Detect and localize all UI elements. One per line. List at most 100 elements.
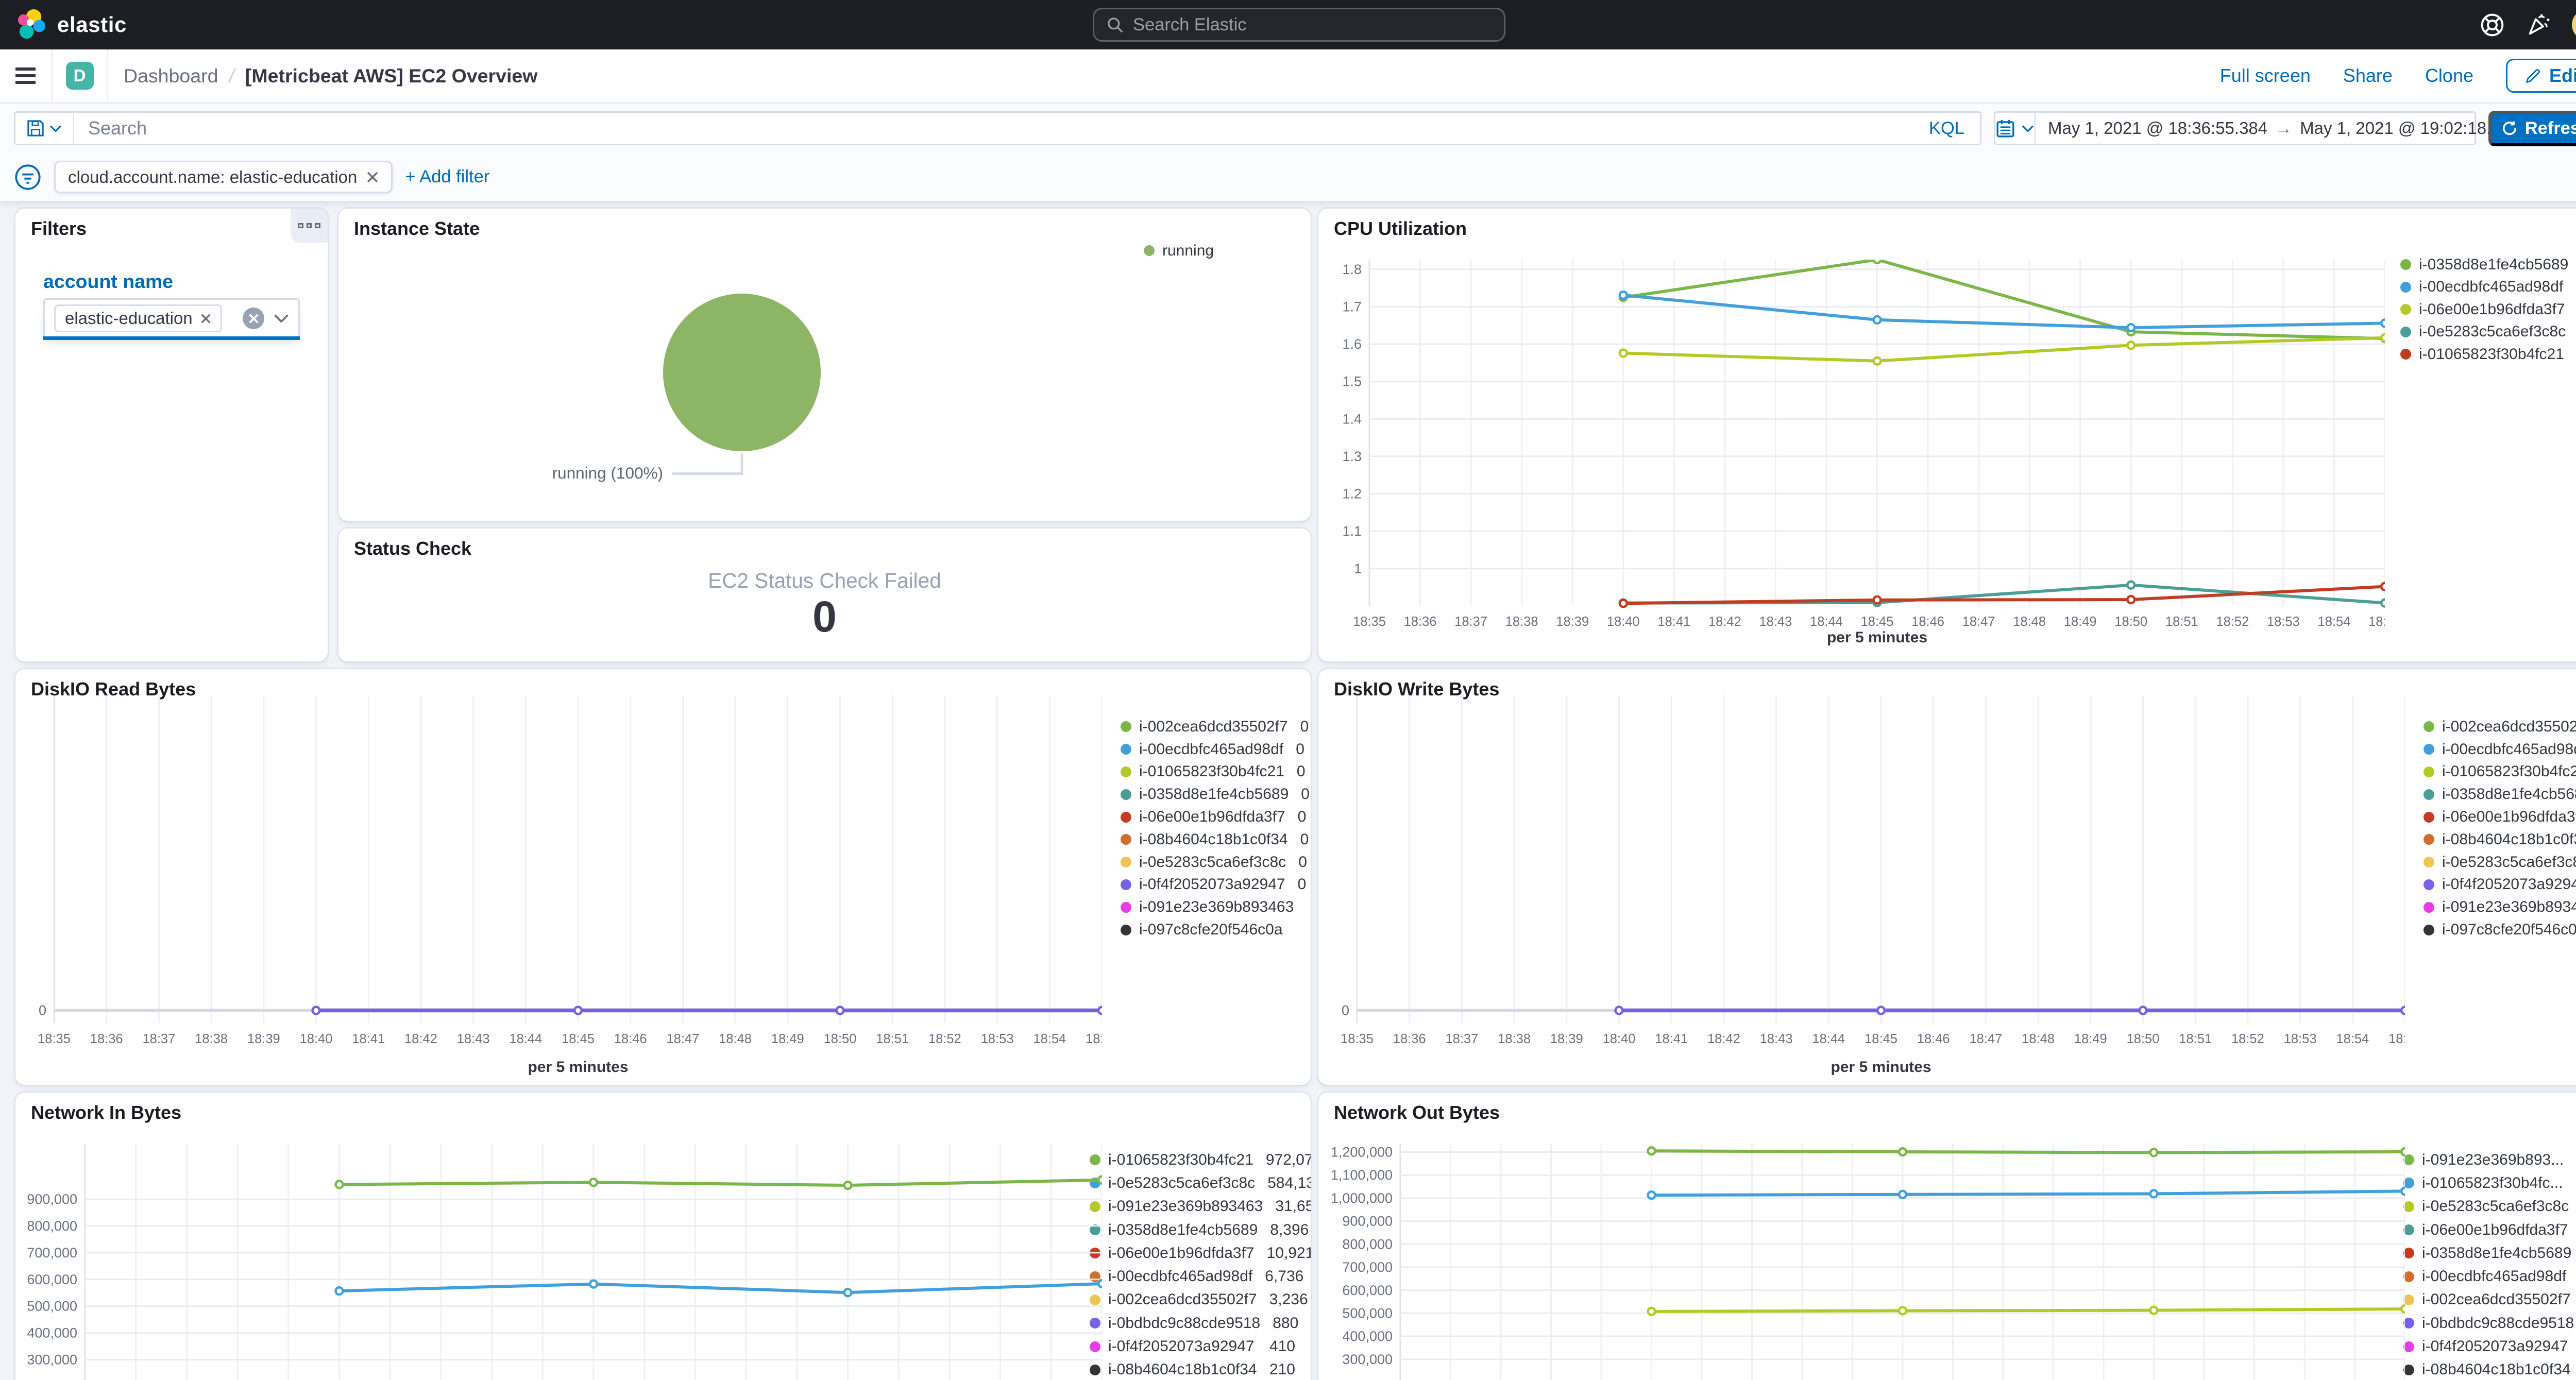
date-range-start[interactable]: May 1, 2021 @ 18:36:55.384	[2048, 118, 2267, 138]
svg-text:500,000: 500,000	[27, 1299, 77, 1314]
legend-item[interactable]: i-0e5283c5ca6ef3c8c0.934	[2400, 321, 2576, 344]
svg-text:18:45: 18:45	[562, 1032, 595, 1046]
legend-item[interactable]: i-0358d8e1fe4cb568922,498	[2403, 1241, 2576, 1265]
clone-button[interactable]: Clone	[2425, 65, 2473, 87]
elastic-logo[interactable]: elastic	[0, 9, 127, 41]
legend-item[interactable]: i-01065823f30b4fc21 972,078	[1090, 1148, 1311, 1171]
legend-item[interactable]: i-06e00e1b96dfda3f70	[2424, 806, 2576, 828]
space-switcher[interactable]: D	[53, 49, 108, 102]
global-search-input[interactable]: Search Elastic	[1093, 8, 1505, 42]
legend-value: 1,030,384	[2563, 1174, 2576, 1192]
filter-menu-icon[interactable]	[14, 163, 42, 191]
legend-label: i-0358d8e1fe4cb5689	[2422, 1244, 2572, 1262]
edit-button[interactable]: Edit	[2506, 59, 2576, 93]
legend-item[interactable]: i-06e00e1b96dfda3f7 10,921	[1090, 1241, 1311, 1265]
legend-swatch	[1121, 901, 1131, 913]
svg-text:18:53: 18:53	[2284, 1032, 2317, 1046]
legend-item[interactable]: i-00ecdbfc465ad98df12,176	[2403, 1265, 2576, 1288]
share-button[interactable]: Share	[2343, 65, 2393, 87]
legend-item[interactable]: i-0e5283c5ca6ef3c8c0	[2424, 851, 2576, 874]
legend-item[interactable]: i-091e23e369b893...1,201,252	[2403, 1148, 2576, 1171]
svg-text:18:48: 18:48	[2022, 1032, 2055, 1046]
legend-item[interactable]: i-002cea6dcd35502f70	[2424, 715, 2576, 738]
legend-item[interactable]: i-08b4604c18b1c0f34196	[2403, 1358, 2576, 1380]
clear-selection-icon[interactable]	[243, 308, 264, 329]
legend-item[interactable]: i-06e00e1b96dfda3f70	[1121, 806, 1306, 828]
legend-item[interactable]: i-0358d8e1fe4cb5689 8,396	[1090, 1218, 1309, 1241]
legend-item[interactable]: i-0bdbdc9c88cde9518589	[2403, 1311, 2576, 1335]
kql-toggle[interactable]: KQL	[1929, 118, 1980, 139]
legend-item[interactable]: i-08b4604c18b1c0f340	[2424, 828, 2576, 851]
date-picker[interactable]: May 1, 2021 @ 18:36:55.384 → May 1, 2021…	[1994, 111, 2519, 145]
legend-item[interactable]: i-01065823f30b4fc210.963	[2400, 343, 2576, 366]
legend-item[interactable]: i-097c8cfe20f546c0a	[1121, 918, 1294, 941]
legend-item[interactable]: i-00ecdbfc465ad98df 6,736	[1090, 1265, 1303, 1288]
legend-label: i-091e23e369b893463	[1139, 898, 1294, 916]
svg-text:1.4: 1.4	[1342, 411, 1362, 427]
legend-item[interactable]: i-002cea6dcd35502f70	[1121, 715, 1309, 738]
legend-item[interactable]: i-06e00e1b96dfda3f71.617	[2400, 298, 2576, 321]
legend-item[interactable]: i-0358d8e1fe4cb56890	[1121, 783, 1310, 806]
full-screen-button[interactable]: Full screen	[2220, 65, 2311, 87]
legend-item[interactable]: i-06e00e1b96dfda3f724,685	[2403, 1218, 2576, 1241]
legend-item[interactable]: i-091e23e369b893463	[2424, 896, 2576, 918]
legend-item[interactable]: i-08b4604c18b1c0f340	[1121, 828, 1309, 851]
legend-item[interactable]: i-0358d8e1fe4cb56890	[2424, 783, 2576, 806]
legend-label: i-00ecdbfc465ad98df	[2419, 278, 2564, 296]
legend-label: i-01065823f30b4fc21	[2419, 345, 2564, 363]
cpu-utilization-chart[interactable]: 1.8 1.7 1.6 1.5 1.4 1.3 1.2 1.1 1 18:35 18:36 18:37…	[1318, 254, 2401, 646]
legend-item[interactable]: i-08b4604c18b1c0f34 210	[1090, 1358, 1295, 1380]
filter-field-label[interactable]: account name	[43, 270, 173, 293]
network-in-chart[interactable]: 900,000 800,000 700,000 600,000 500,000 400,0…	[15, 1144, 1107, 1380]
legend-item[interactable]: i-002cea6dcd35502f78,779	[2403, 1288, 2576, 1311]
filter-pill-label: cloud.account.name: elastic-education	[68, 167, 358, 186]
legend-item[interactable]: i-0358d8e1fe4cb56891.615	[2400, 253, 2576, 276]
legend-item[interactable]: i-0e5283c5ca6ef3c8c518,769	[2403, 1195, 2576, 1218]
breadcrumb-dashboard[interactable]: Dashboard	[124, 65, 218, 87]
legend-item[interactable]: i-002cea6dcd35502f7 3,236	[1090, 1288, 1308, 1311]
combobox-selected-pill[interactable]: elastic-education	[54, 304, 222, 332]
filter-pill[interactable]: cloud.account.name: elastic-education	[54, 161, 393, 193]
remove-option-icon[interactable]	[200, 313, 211, 324]
refresh-button[interactable]: Refresh	[2488, 110, 2576, 146]
legend-item[interactable]: i-00ecdbfc465ad98df0	[1121, 738, 1304, 761]
remove-filter-icon[interactable]	[366, 171, 379, 183]
query-input[interactable]: Search KQL	[14, 111, 1981, 145]
legend-label: i-0e5283c5ca6ef3c8c	[2442, 853, 2576, 871]
legend-item[interactable]: i-0e5283c5ca6ef3c8c 584,135	[1090, 1171, 1311, 1195]
legend-item[interactable]: i-0f4f2052073a92947 410	[1090, 1335, 1295, 1358]
legend-item[interactable]: i-0f4f2052073a92947208	[2403, 1335, 2576, 1358]
user-avatar[interactable]: m	[2572, 9, 2576, 40]
help-icon[interactable]	[2479, 12, 2505, 38]
menu-icon[interactable]	[0, 49, 53, 102]
legend-item[interactable]: i-0bdbdc9c88cde9518 880	[1090, 1311, 1298, 1335]
legend-item[interactable]: i-0e5283c5ca6ef3c8c0	[1121, 851, 1307, 874]
diskio-write-chart[interactable]: 0 18:35 18:36 18:37 18:38 18:39 18:40 18:41 18:4…	[1318, 695, 2421, 1063]
add-filter-button[interactable]: + Add filter	[405, 167, 489, 187]
legend-item[interactable]: i-00ecdbfc465ad98df1.656	[2400, 276, 2576, 299]
date-quick-menu[interactable]	[1995, 113, 2036, 144]
network-out-chart[interactable]: 1,200,000 1,100,000 1,000,000 900,000 800,00…	[1318, 1144, 2410, 1380]
legend-item[interactable]: i-01065823f30b4fc...1,030,384	[2403, 1171, 2576, 1195]
legend-item[interactable]: i-00ecdbfc465ad98df0	[2424, 738, 2576, 761]
legend-item[interactable]: i-091e23e369b893463	[1121, 896, 1294, 918]
panel-instance-state: Instance State running running (100%)	[338, 209, 1311, 521]
legend-item[interactable]: i-091e23e369b893463 31,659	[1090, 1195, 1311, 1218]
date-range-end[interactable]: May 1, 2021 @ 19:02:18.461	[2300, 118, 2519, 138]
legend-item[interactable]: i-01065823f30b4fc210	[2424, 761, 2576, 783]
legend-item[interactable]: i-01065823f30b4fc210	[1121, 761, 1306, 783]
legend-item[interactable]: i-0f4f2052073a929470	[1121, 874, 1306, 896]
legend-swatch	[1121, 766, 1131, 777]
legend-label: i-0358d8e1fe4cb5689	[1139, 786, 1289, 803]
legend-item[interactable]: i-097c8cfe20f546c0a	[2424, 918, 2576, 941]
pencil-icon	[2526, 69, 2540, 83]
legend-swatch	[2424, 766, 2434, 777]
diskio-read-chart[interactable]: 0 18:35 18:36 18:37 18:38 18:39 18:40 18:41 18:4…	[15, 695, 1118, 1063]
account-name-combobox[interactable]: elastic-education	[43, 298, 300, 340]
legend-item[interactable]: i-0f4f2052073a929470	[2424, 874, 2576, 896]
panel-options-icon[interactable]	[291, 209, 328, 243]
breadcrumb: Dashboard / [Metricbeat AWS] EC2 Overvie…	[108, 65, 537, 87]
newsfeed-icon[interactable]	[2526, 12, 2552, 38]
chevron-down-icon[interactable]	[274, 314, 289, 323]
saved-query-menu[interactable]	[15, 113, 74, 144]
